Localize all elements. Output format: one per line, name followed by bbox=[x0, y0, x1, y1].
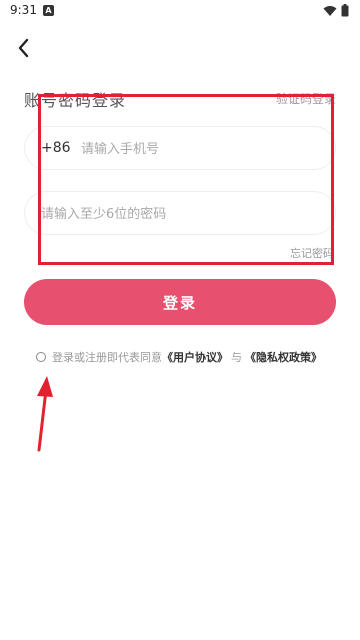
privacy-policy-link[interactable]: 《隐私权政策》 bbox=[245, 349, 322, 365]
status-time: 9:31 bbox=[10, 3, 37, 17]
login-button[interactable]: 登录 bbox=[24, 279, 336, 325]
agreement-prefix: 登录或注册即代表同意 bbox=[52, 351, 162, 364]
status-bar: 9:31 A bbox=[0, 0, 360, 24]
agreement-row: 登录或注册即代表同意 《用户协议》 与 《隐私权政策》 bbox=[36, 349, 322, 365]
wifi-icon bbox=[323, 6, 337, 16]
back-arrow-icon[interactable] bbox=[12, 36, 36, 60]
agreement-connector: 与 bbox=[231, 351, 242, 364]
annotation-arrow-icon bbox=[37, 376, 53, 452]
agreement-radio[interactable] bbox=[36, 352, 46, 362]
notification-icon: A bbox=[43, 5, 54, 16]
annotation-highlight-box bbox=[38, 94, 334, 265]
notification-letter: A bbox=[45, 6, 52, 15]
battery-icon bbox=[341, 4, 349, 17]
user-agreement-link[interactable]: 《用户协议》 bbox=[162, 349, 228, 365]
